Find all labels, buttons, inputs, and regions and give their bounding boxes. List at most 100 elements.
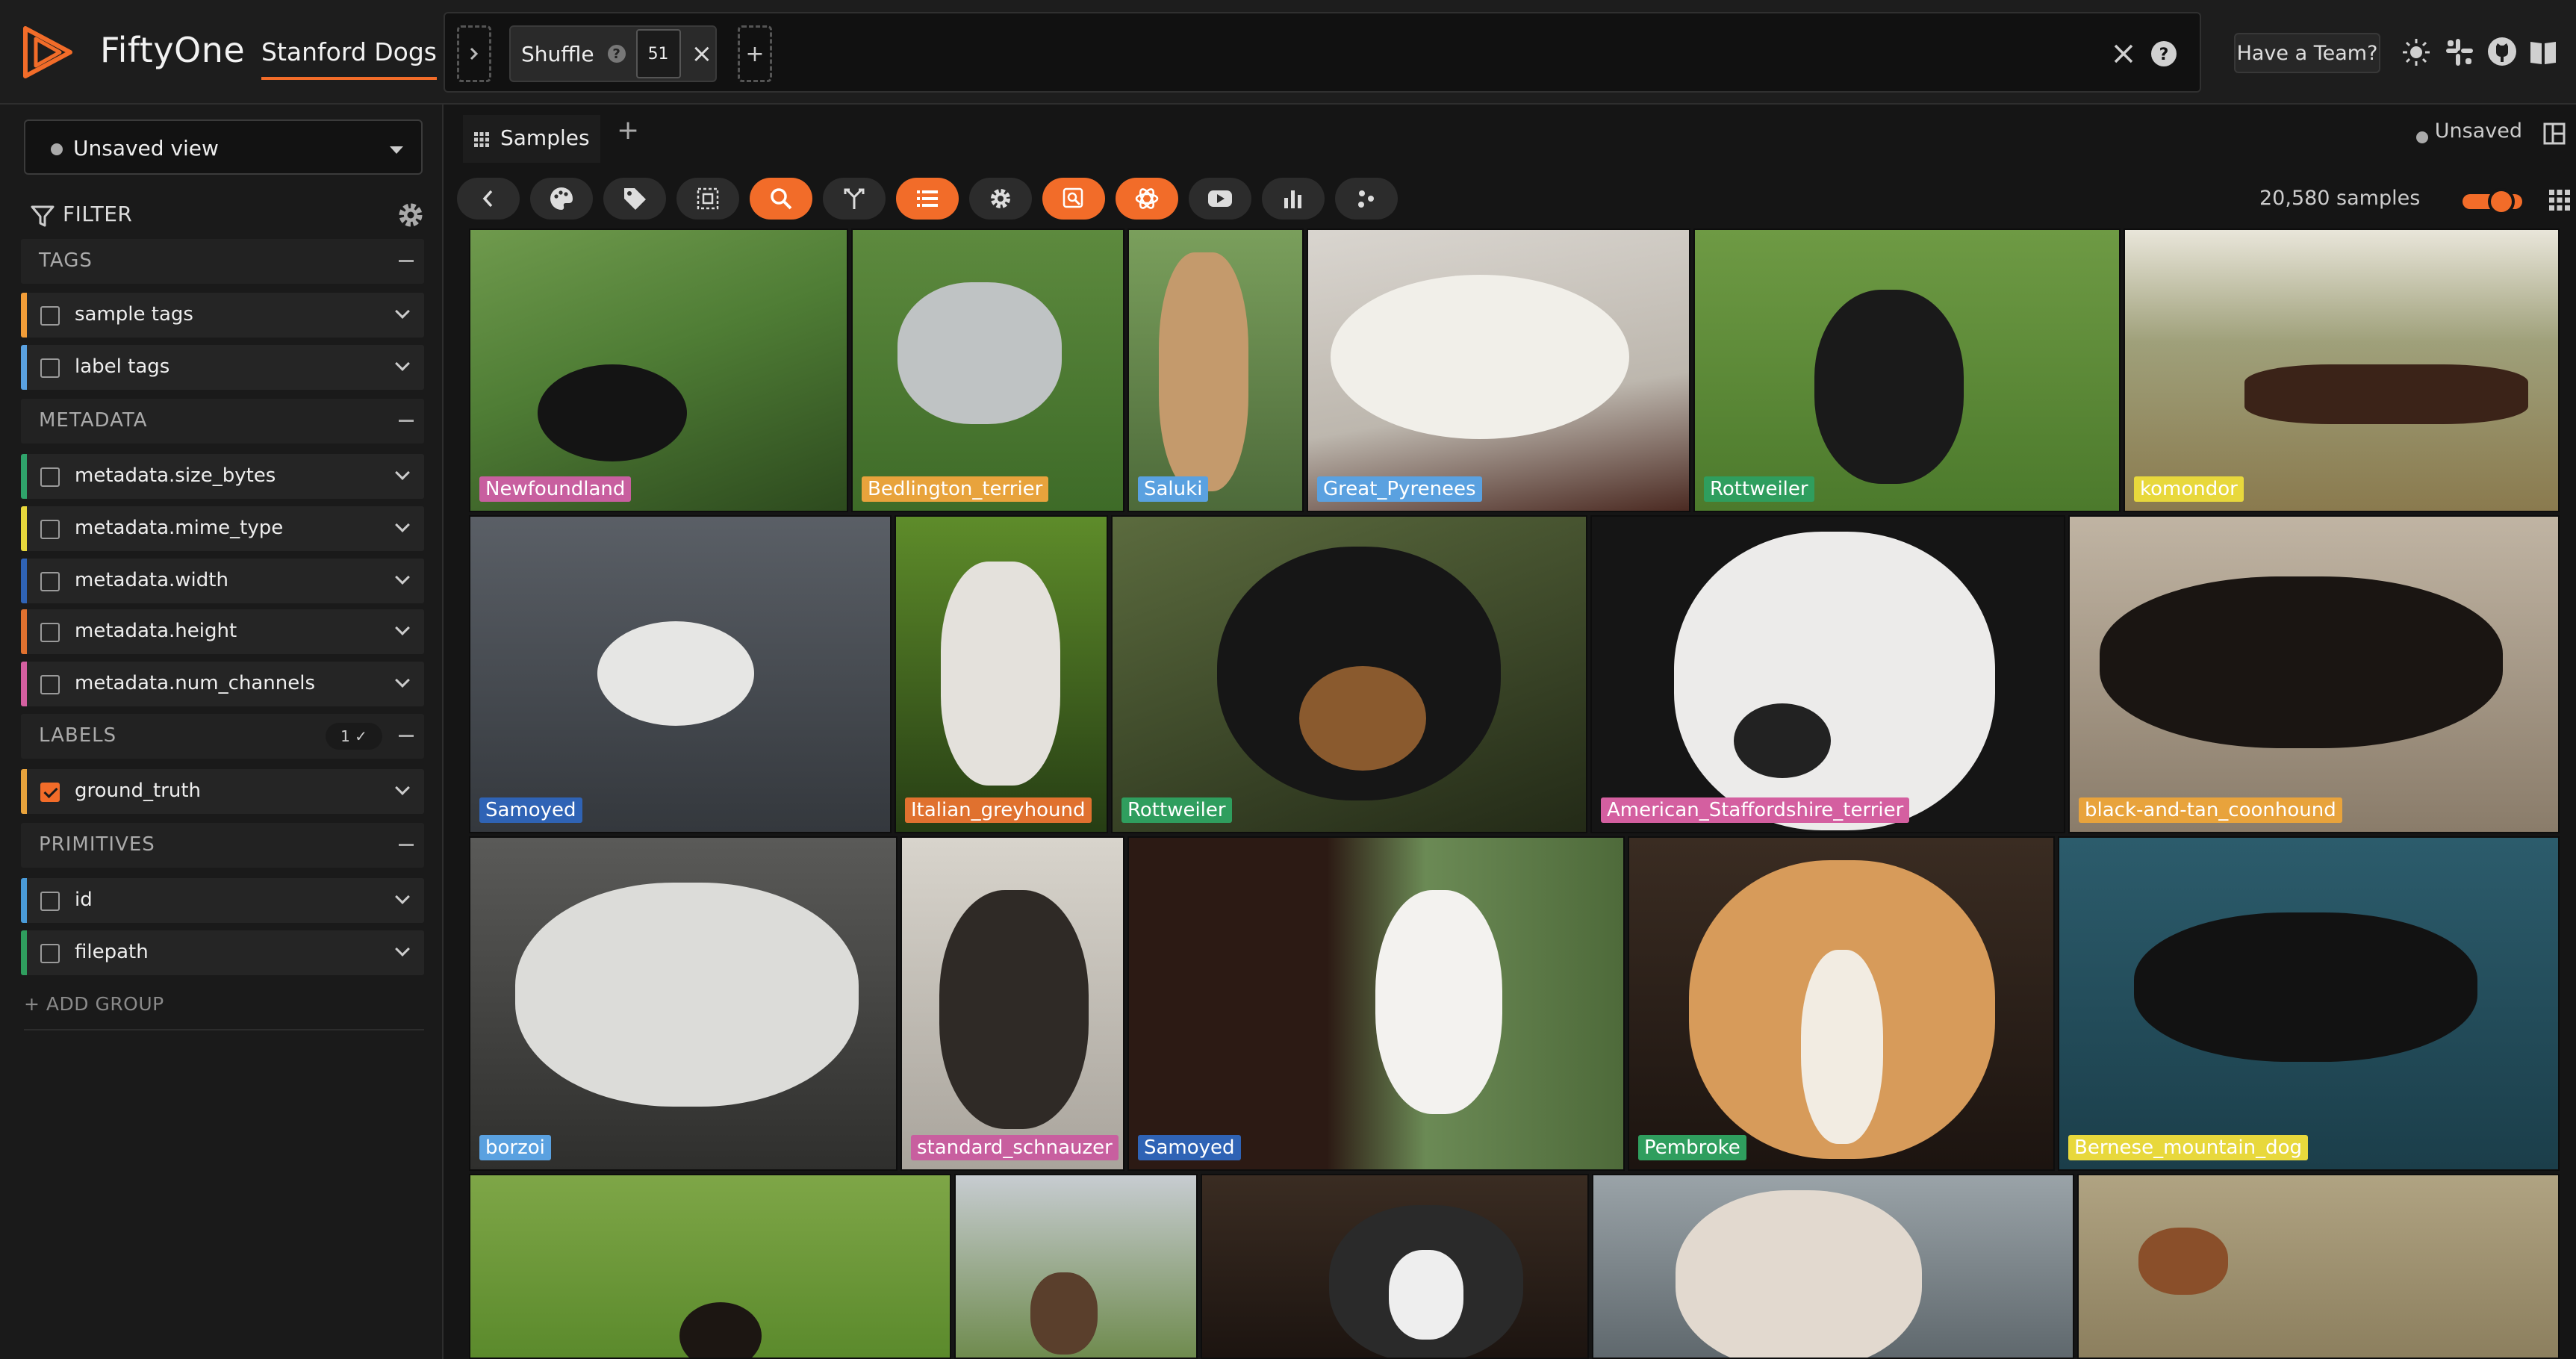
chevron-down-icon[interactable] (395, 780, 410, 795)
field-checkbox[interactable] (40, 572, 60, 591)
sample-tile[interactable] (1592, 1174, 2074, 1359)
field-sample-tags[interactable]: sample tags (21, 293, 424, 338)
field-checkbox[interactable] (40, 520, 60, 539)
chevron-down-icon[interactable] (395, 304, 410, 319)
field-id[interactable]: id (21, 878, 424, 923)
sample-grid[interactable]: Newfoundland Bedlington_terrier Saluki G… (469, 228, 2560, 1359)
sample-tile[interactable]: black-and-tan_coonhound (2068, 515, 2560, 833)
field-checkbox[interactable] (40, 944, 60, 963)
expand-view-bar-button[interactable] (457, 25, 491, 82)
chevron-down-icon[interactable] (395, 356, 410, 371)
add-panel-button[interactable]: + (617, 115, 639, 146)
sample-tile[interactable]: standard_schnauzer (900, 836, 1124, 1171)
settings-button[interactable] (969, 178, 1032, 220)
grid-zoom-slider-handle[interactable] (2488, 188, 2515, 215)
top-header: FiftyOne Stanford Dogs Shuffle ? 51 × + … (0, 0, 2576, 105)
list-view-button[interactable] (896, 178, 959, 220)
help-icon[interactable]: ? (607, 45, 626, 63)
sample-tile[interactable]: Rottweiler (1111, 515, 1587, 833)
sample-tile[interactable] (954, 1174, 1198, 1359)
chevron-down-icon[interactable] (395, 889, 410, 904)
field-metadata-mime-type[interactable]: metadata.mime_type (21, 506, 424, 551)
field-checkbox[interactable] (40, 358, 60, 378)
field-name: sample tags (75, 303, 193, 326)
chevron-down-icon[interactable] (395, 673, 410, 688)
tag-button[interactable] (603, 178, 666, 220)
chevron-down-icon[interactable] (395, 621, 410, 635)
sample-tile[interactable]: borzoi (469, 836, 897, 1171)
sample-tile[interactable]: Samoyed (469, 515, 892, 833)
embeddings-button[interactable] (1335, 178, 1398, 220)
group-header-primitives[interactable]: PRIMITIVES (21, 823, 424, 868)
chevron-down-icon[interactable] (395, 517, 410, 532)
field-label-tags[interactable]: label tags (21, 345, 424, 390)
stage-seed-input[interactable]: 51 (635, 29, 681, 78)
collapse-icon[interactable] (399, 420, 414, 422)
collapse-icon[interactable] (399, 844, 414, 846)
collapse-icon[interactable] (399, 260, 414, 262)
sample-tile[interactable]: Newfoundland (469, 228, 848, 512)
openai-operator-button[interactable] (1116, 178, 1178, 220)
sample-tile[interactable]: American_Staffordshire_terrier (1590, 515, 2065, 833)
sample-tile[interactable]: Samoyed (1127, 836, 1625, 1171)
field-checkbox[interactable] (40, 623, 60, 642)
patches-button[interactable] (676, 178, 739, 220)
sample-tile[interactable]: Rottweiler (1693, 228, 2121, 512)
field-ground-truth[interactable]: ground_truth (21, 769, 424, 814)
sample-tile[interactable] (1201, 1174, 1589, 1359)
charts-button[interactable] (1262, 178, 1325, 220)
help-icon[interactable]: ? (2150, 40, 2177, 67)
video-button[interactable] (1189, 178, 1251, 220)
sample-tile[interactable]: Saluki (1127, 228, 1304, 512)
sample-tile[interactable] (2077, 1174, 2560, 1359)
image-search-button[interactable] (1042, 178, 1105, 220)
sample-tile[interactable]: Italian_greyhound (895, 515, 1108, 833)
group-header-labels[interactable]: LABELS 1 ✓ (21, 714, 424, 759)
grid-view-icon[interactable] (2548, 188, 2572, 212)
have-a-team-button[interactable]: Have a Team? (2234, 33, 2380, 73)
field-checkbox[interactable] (40, 467, 60, 487)
docs-icon[interactable] (2528, 37, 2558, 67)
sample-tile[interactable]: komondor (2124, 228, 2560, 512)
field-metadata-width[interactable]: metadata.width (21, 559, 424, 603)
theme-icon[interactable] (2401, 37, 2431, 67)
field-color-bar (21, 878, 27, 923)
sample-tile[interactable]: Bernese_mountain_dog (2058, 836, 2560, 1171)
remove-stage-icon[interactable]: × (691, 39, 713, 69)
field-checkbox[interactable] (40, 892, 60, 911)
slack-icon[interactable] (2445, 37, 2474, 67)
chevron-down-icon[interactable] (395, 465, 410, 480)
gear-icon[interactable] (396, 200, 426, 230)
close-icon[interactable] (2112, 42, 2135, 66)
field-metadata-num-channels[interactable]: metadata.num_channels (21, 662, 424, 706)
chevron-down-icon[interactable] (395, 942, 410, 957)
field-checkbox[interactable] (40, 783, 60, 802)
sample-tile[interactable]: Great_Pyrenees (1307, 228, 1690, 512)
fiftyone-logo-icon[interactable] (19, 22, 79, 82)
sample-tile[interactable] (469, 1174, 951, 1359)
dataset-selector[interactable]: Stanford Dogs (261, 37, 437, 80)
color-scheme-button[interactable] (530, 178, 593, 220)
saved-view-select[interactable]: Unsaved view (24, 119, 423, 175)
similarity-search-button[interactable] (750, 178, 812, 220)
sample-tile[interactable]: Pembroke (1628, 836, 2055, 1171)
collapse-icon[interactable] (399, 735, 414, 737)
chevron-down-icon[interactable] (395, 570, 410, 585)
tab-samples[interactable]: Samples (463, 115, 600, 163)
filter-icon (31, 205, 55, 227)
group-header-tags[interactable]: TAGS (21, 239, 424, 284)
sort-merge-button[interactable] (823, 178, 886, 220)
add-stage-button[interactable]: + (738, 25, 772, 82)
view-stage-shuffle[interactable]: Shuffle ? 51 × (509, 25, 717, 82)
github-icon[interactable] (2486, 36, 2518, 67)
add-group-button[interactable]: + ADD GROUP (24, 993, 164, 1015)
back-button[interactable] (457, 178, 520, 220)
field-metadata-height[interactable]: metadata.height (21, 609, 424, 654)
field-checkbox[interactable] (40, 306, 60, 326)
field-metadata-size-bytes[interactable]: metadata.size_bytes (21, 454, 424, 499)
sample-tile[interactable]: Bedlington_terrier (851, 228, 1124, 512)
layout-icon[interactable] (2543, 122, 2566, 145)
field-checkbox[interactable] (40, 675, 60, 694)
group-header-metadata[interactable]: METADATA (21, 399, 424, 444)
field-filepath[interactable]: filepath (21, 930, 424, 975)
